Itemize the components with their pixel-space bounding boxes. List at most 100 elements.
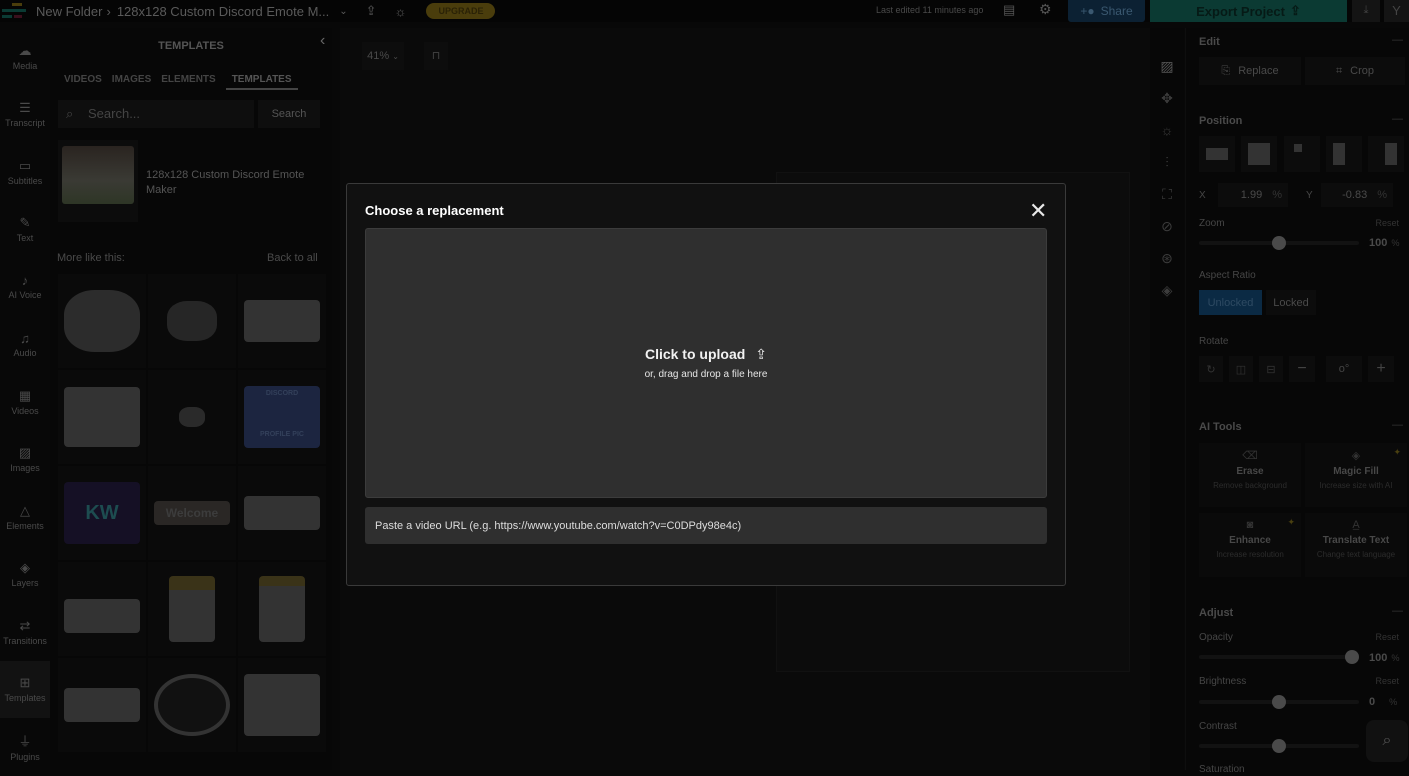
collapse-edit[interactable]: — [1392, 34, 1403, 46]
flip-vertical-icon[interactable]: ⊟ [1259, 356, 1283, 382]
slider-knob[interactable] [1272, 695, 1286, 709]
magic-fill-button[interactable]: ✦ ◈ Magic Fill Increase size with AI [1305, 443, 1407, 507]
sidebar-item-videos[interactable]: ▦ Videos [0, 373, 50, 431]
comments-icon[interactable]: ▤ [1003, 2, 1015, 18]
template-item[interactable] [238, 658, 326, 752]
rotation-value[interactable]: o° [1326, 356, 1362, 382]
position-left[interactable] [1326, 136, 1362, 172]
collapse-panel-icon[interactable]: ‹ [320, 32, 325, 50]
template-item[interactable] [58, 274, 146, 368]
template-item[interactable] [148, 562, 236, 656]
position-top-left[interactable] [1284, 136, 1320, 172]
locked-button[interactable]: Locked [1266, 290, 1316, 315]
slider-knob[interactable] [1272, 739, 1286, 753]
move-icon[interactable]: ✥ [1150, 82, 1184, 114]
upload-dropzone[interactable]: Click to upload ⇪ or, drag and drop a fil… [365, 228, 1047, 498]
sidebar-item-plugins[interactable]: ⏚ Plugins [0, 718, 50, 776]
back-to-all-link[interactable]: Back to all [267, 252, 318, 264]
template-item[interactable] [58, 658, 146, 752]
collapse-position[interactable]: — [1392, 113, 1403, 125]
erase-button[interactable]: ⌫ Erase Remove background [1199, 443, 1301, 507]
tab-elements[interactable]: ELEMENTS [161, 74, 215, 90]
sliders-icon[interactable]: ⫶ [1150, 146, 1184, 178]
template-item[interactable] [238, 274, 326, 368]
app-logo[interactable] [2, 1, 28, 21]
sidebar-item-transcript[interactable]: ☰ Transcript [0, 86, 50, 144]
share-button[interactable]: +● Share [1068, 0, 1145, 22]
rotate-increase-button[interactable]: + [1368, 356, 1394, 382]
search-input[interactable]: ⌕ Search... [58, 100, 254, 128]
link-icon[interactable]: ⊘ [1150, 210, 1184, 242]
zoom-reset[interactable]: Reset [1375, 218, 1399, 228]
opacity-value[interactable]: 100% [1369, 652, 1400, 664]
rotate-icon[interactable]: ↻ [1199, 356, 1223, 382]
position-right[interactable] [1368, 136, 1404, 172]
template-item[interactable] [148, 370, 236, 464]
sidebar-item-text[interactable]: ✎ Text [0, 201, 50, 259]
replace-button[interactable]: ⎘ Replace [1199, 57, 1301, 85]
sidebar-item-media[interactable]: ☁ Media [0, 28, 50, 86]
tab-videos[interactable]: VIDEOS [64, 74, 102, 90]
template-item[interactable] [238, 466, 326, 560]
settings-icon[interactable]: ⚙ [1039, 1, 1052, 18]
brightness-icon[interactable]: ☼ [1150, 114, 1184, 146]
upgrade-button[interactable]: UPGRADE [426, 3, 496, 19]
brightness-reset[interactable]: Reset [1375, 676, 1399, 686]
project-title[interactable]: 128x128 Custom Discord Emote M... [117, 4, 329, 19]
brightness-value[interactable]: 0% [1369, 696, 1397, 708]
breadcrumb-folder[interactable]: New Folder [36, 4, 102, 19]
template-item[interactable] [148, 274, 236, 368]
sidebar-item-templates[interactable]: ⊞ Templates [0, 660, 50, 718]
featured-template-thumbnail[interactable] [58, 140, 138, 222]
slider-knob[interactable] [1345, 650, 1359, 664]
zoom-slider[interactable] [1199, 236, 1359, 250]
template-item[interactable]: Welcome [148, 466, 236, 560]
video-url-input[interactable] [365, 507, 1047, 544]
tab-images[interactable]: IMAGES [112, 74, 151, 90]
position-fill-width[interactable] [1199, 136, 1235, 172]
flip-horizontal-icon[interactable]: ◫ [1229, 356, 1253, 382]
zoom-select[interactable]: 41% ⌄ [362, 42, 404, 70]
x-input[interactable]: 1.99% [1218, 183, 1288, 207]
unlocked-button[interactable]: Unlocked [1199, 290, 1262, 315]
sidebar-item-audio[interactable]: ♫ Audio [0, 316, 50, 374]
translate-text-button[interactable]: A̲ Translate Text Change text language [1305, 513, 1407, 577]
upload-icon[interactable]: ⇪ [366, 3, 377, 19]
position-fill[interactable] [1241, 136, 1277, 172]
y-input[interactable]: -0.83% [1321, 183, 1393, 207]
sidebar-item-elements[interactable]: △ Elements [0, 488, 50, 546]
color-circles-icon[interactable]: ⊛ [1150, 242, 1184, 274]
sidebar-item-ai-voice[interactable]: ♪ AI Voice [0, 258, 50, 316]
template-item[interactable]: KW [58, 466, 146, 560]
sidebar-item-layers[interactable]: ◈ Layers [0, 546, 50, 604]
crop-button[interactable]: ⌗ Crop [1305, 57, 1405, 85]
opacity-reset[interactable]: Reset [1375, 632, 1399, 642]
template-item[interactable] [58, 562, 146, 656]
template-item[interactable]: DISCORD PROFILE PIC [238, 370, 326, 464]
template-item[interactable] [148, 658, 236, 752]
unlock-icon[interactable]: ⊓ [424, 42, 448, 70]
lightbulb-icon[interactable]: ☼ [395, 4, 407, 19]
enhance-button[interactable]: ✦ ◙ Enhance Increase resolution [1199, 513, 1301, 577]
sidebar-item-subtitles[interactable]: ▭ Subtitles [0, 143, 50, 201]
layers-icon[interactable]: ◈ [1150, 274, 1184, 306]
fullscreen-icon[interactable]: ⛶ [1150, 178, 1184, 210]
export-project-button[interactable]: Export Project ⇪ [1150, 0, 1347, 22]
sidebar-item-images[interactable]: ▨ Images [0, 431, 50, 489]
download-button[interactable]: ⤓ [1352, 0, 1380, 22]
template-item[interactable] [238, 562, 326, 656]
rotate-decrease-button[interactable]: − [1289, 356, 1315, 382]
chevron-down-icon[interactable]: ⌄ [339, 6, 347, 17]
avatar[interactable]: Y [1384, 0, 1409, 22]
contrast-slider[interactable] [1199, 739, 1359, 753]
image-icon[interactable]: ▨ [1150, 50, 1184, 82]
zoom-value-input[interactable]: 100% [1369, 237, 1400, 249]
opacity-slider[interactable] [1199, 650, 1359, 664]
search-fab[interactable]: ⌕ [1366, 720, 1408, 762]
template-item[interactable] [58, 370, 146, 464]
slider-knob[interactable] [1272, 236, 1286, 250]
brightness-slider[interactable] [1199, 695, 1359, 709]
collapse-ai-tools[interactable]: — [1392, 419, 1403, 431]
collapse-adjust[interactable]: — [1392, 605, 1403, 617]
tab-templates[interactable]: TEMPLATES [225, 74, 298, 90]
